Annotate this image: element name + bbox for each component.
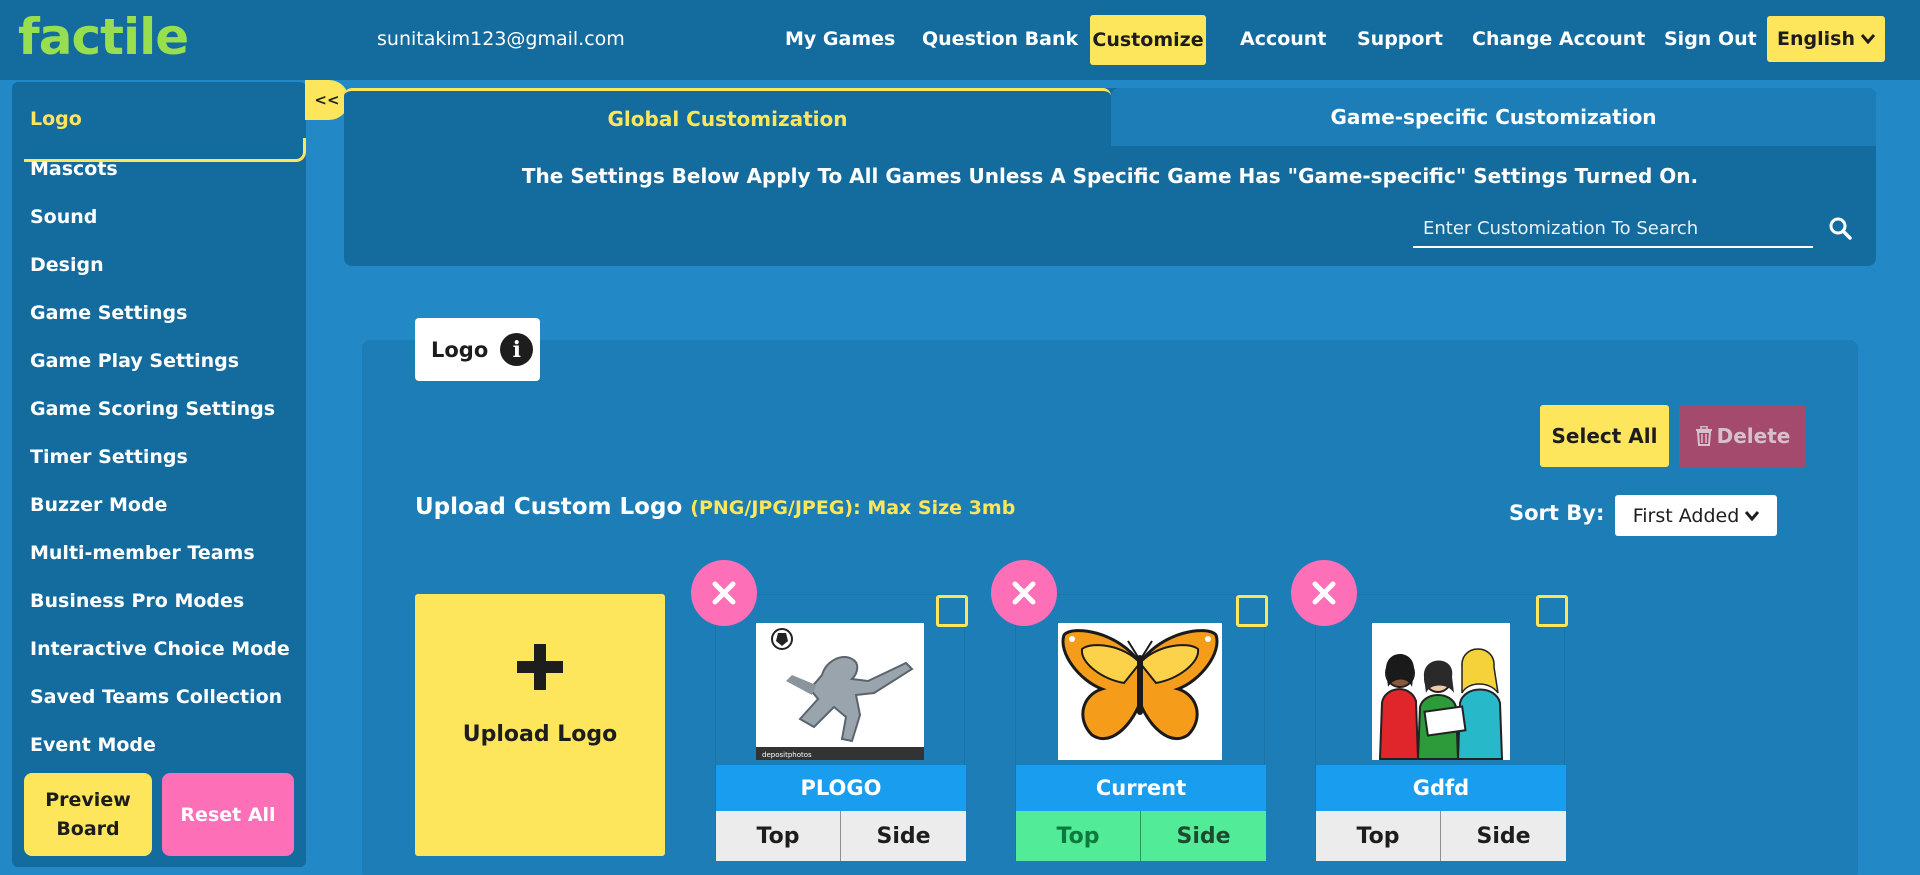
search-field (1413, 210, 1813, 248)
nav-sign-out[interactable]: Sign Out (1664, 28, 1757, 50)
chevron-down-icon (1745, 510, 1760, 521)
settings-note: The Settings Below Apply To All Games Un… (521, 164, 1699, 188)
close-icon (1312, 581, 1336, 605)
delete-label: Delete (1716, 424, 1791, 448)
sidebar-item-event-mode[interactable]: Event Mode (30, 734, 156, 756)
sidebar-item-game-play-settings[interactable]: Game Play Settings (30, 350, 239, 372)
logo-card: depositphotos PLOGO Top Side (691, 560, 968, 861)
logo-checkbox[interactable] (936, 595, 968, 627)
sidebar-item-saved-teams-collection[interactable]: Saved Teams Collection (30, 686, 282, 708)
nav-question-bank[interactable]: Question Bank (922, 28, 1078, 50)
user-email: sunitakim123@gmail.com (377, 28, 625, 50)
sidebar-item-game-scoring-settings[interactable]: Game Scoring Settings (30, 398, 275, 420)
logo-card: Gdfd Top Side (1291, 560, 1568, 861)
position-side-button[interactable]: Side (1441, 811, 1566, 861)
search-icon[interactable] (1828, 216, 1852, 240)
nav-customize[interactable]: Customize (1090, 15, 1206, 65)
tab-global-customization[interactable]: Global Customization (344, 88, 1111, 146)
language-select[interactable]: English (1767, 16, 1885, 62)
soccer-player-icon: depositphotos (756, 623, 924, 760)
close-icon (712, 581, 736, 605)
sidebar-item-mascots[interactable]: Mascots (30, 158, 118, 180)
chevron-down-icon (1860, 34, 1875, 44)
search-input[interactable] (1413, 210, 1813, 246)
top-navbar: factile sunitakim123@gmail.com My Games … (0, 0, 1920, 80)
upload-custom-logo-title: Upload Custom Logo (PNG/JPG/JPEG): Max S… (415, 494, 1015, 520)
section-title: Logo (431, 337, 489, 362)
sidebar-item-buzzer-mode[interactable]: Buzzer Mode (30, 494, 167, 516)
position-top-button[interactable]: Top (716, 811, 841, 861)
position-top-button[interactable]: Top (1316, 811, 1441, 861)
plus-icon (517, 644, 563, 690)
logo-name: PLOGO (716, 765, 966, 811)
delete-button[interactable]: Delete (1679, 405, 1806, 467)
sort-by-label: Sort By: (1509, 501, 1605, 525)
nav-my-games[interactable]: My Games (785, 28, 895, 50)
nav-account[interactable]: Account (1240, 28, 1326, 50)
reset-all-button[interactable]: Reset All (162, 773, 294, 856)
remove-logo-button[interactable] (991, 560, 1057, 626)
info-icon[interactable]: i (500, 333, 534, 366)
remove-logo-button[interactable] (691, 560, 757, 626)
close-icon (1012, 581, 1036, 605)
sidebar-item-game-settings[interactable]: Game Settings (30, 302, 187, 324)
position-side-button[interactable]: Side (841, 811, 966, 861)
position-side-button[interactable]: Side (1141, 811, 1266, 861)
remove-logo-button[interactable] (1291, 560, 1357, 626)
nav-support[interactable]: Support (1357, 28, 1443, 50)
position-top-button[interactable]: Top (1016, 811, 1141, 861)
preview-board-button[interactable]: Preview Board (24, 773, 152, 856)
logo-checkbox[interactable] (1236, 595, 1268, 627)
nav-change-account[interactable]: Change Account (1472, 28, 1645, 50)
language-label: English (1777, 28, 1855, 50)
sidebar-item-multi-member-teams[interactable]: Multi-member Teams (30, 542, 255, 564)
upload-logo-tile[interactable]: Upload Logo (415, 594, 665, 856)
sidebar-item-interactive-choice-mode[interactable]: Interactive Choice Mode (30, 638, 290, 660)
upload-format-hint: (PNG/JPG/JPEG): Max Size 3mb (690, 497, 1016, 519)
sidebar-item-sound[interactable]: Sound (30, 206, 97, 228)
tab-game-specific-customization[interactable]: Game-specific Customization (1111, 88, 1876, 146)
sidebar-item-timer-settings[interactable]: Timer Settings (30, 446, 188, 468)
sidebar-item-design[interactable]: Design (30, 254, 104, 276)
sidebar: Logo Mascots Sound Design Game Settings … (12, 82, 306, 867)
section-title-chip: Logo i (415, 318, 540, 381)
logo-name: Current (1016, 765, 1266, 811)
logo-card: Current Top Side (991, 560, 1268, 861)
trash-icon (1695, 426, 1712, 446)
upload-logo-label: Upload Logo (462, 722, 618, 747)
logo-name: Gdfd (1316, 765, 1566, 811)
upload-title-text: Upload Custom Logo (415, 494, 683, 520)
select-all-button[interactable]: Select All (1540, 405, 1669, 467)
sidebar-item-logo[interactable]: Logo (30, 108, 82, 130)
sort-by-select[interactable]: First Added (1615, 495, 1777, 536)
sidebar-item-business-pro-modes[interactable]: Business Pro Modes (30, 590, 244, 612)
svg-text:depositphotos: depositphotos (762, 751, 812, 759)
butterfly-icon (1058, 623, 1222, 760)
logo-checkbox[interactable] (1536, 595, 1568, 627)
collapse-sidebar-button[interactable]: << (305, 80, 349, 120)
women-group-icon (1372, 623, 1510, 760)
brand-logo[interactable]: factile (18, 8, 189, 66)
sort-by-value: First Added (1632, 504, 1740, 527)
